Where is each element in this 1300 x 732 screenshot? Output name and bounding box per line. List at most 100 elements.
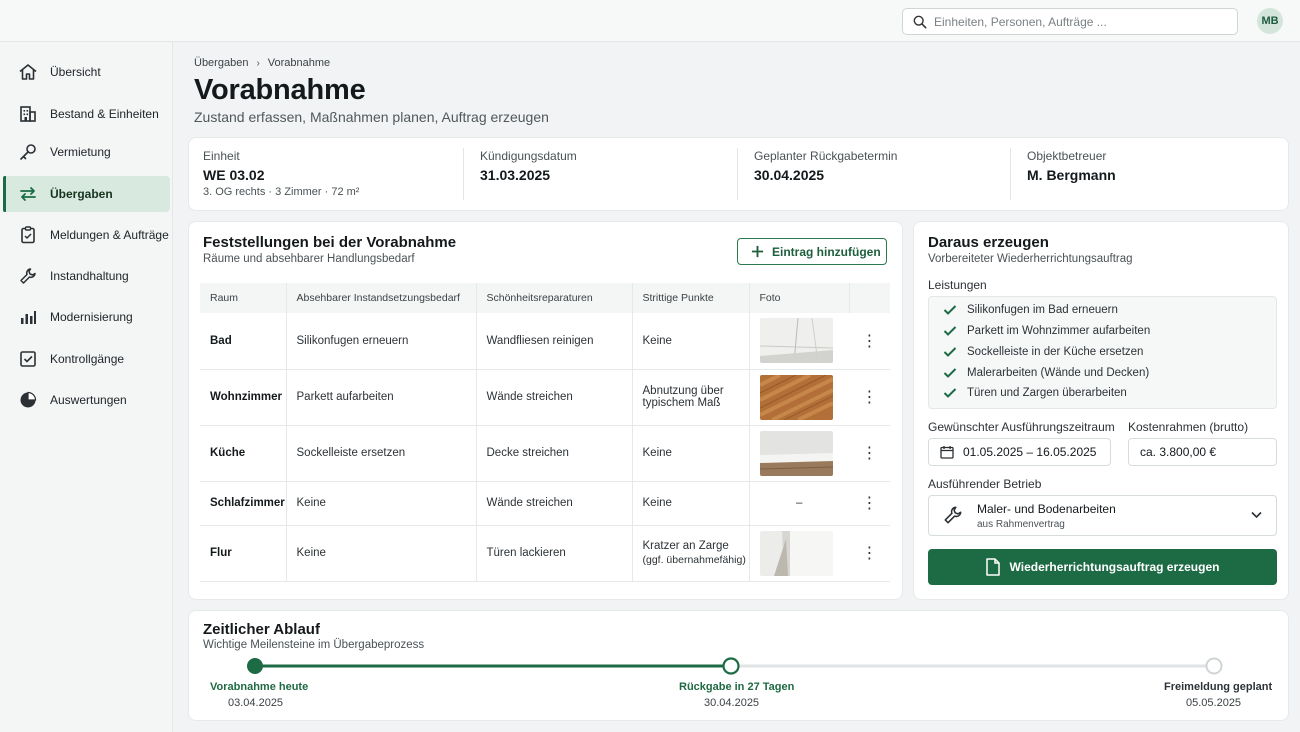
column-header: Schönheitsreparaturen [475, 283, 632, 313]
sidebar: Übersicht Bestand & Einheiten Vermietung… [0, 42, 173, 732]
milestone-date: 30.04.2025 [704, 697, 760, 709]
wrench-icon [20, 268, 36, 284]
create-order-button[interactable]: Wiederherrichtungsauftrag erzeugen [928, 549, 1277, 585]
milestone-current-dot [722, 657, 740, 675]
cosmetic-cell: Wände streichen [475, 481, 632, 526]
photo-thumbnail-parquet[interactable] [759, 374, 833, 420]
add-entry-button[interactable]: Eintrag hinzufügen [737, 238, 887, 265]
breadcrumb-current: Vorabnahme [267, 57, 331, 69]
photo-cell[interactable] [748, 425, 849, 482]
more-options-icon[interactable]: ⋮ [849, 313, 890, 370]
sidebar-item-uebersicht[interactable]: Übersicht [3, 54, 170, 90]
table-row[interactable]: Bad Silikonfugen erneuern Wandfliesen re… [200, 313, 890, 370]
repair-cell: Silikonfugen erneuern [285, 313, 476, 370]
table-row[interactable]: Küche Sockelleiste ersetzen Decke streic… [200, 425, 890, 482]
chevron-down-icon [1251, 511, 1262, 519]
service-item: Malerarbeiten (Wände und Decken) [943, 367, 1149, 379]
period-field[interactable]: 01.05.2025 – 16.05.2025 [928, 438, 1111, 466]
photo-cell: – [748, 481, 849, 526]
plus-icon [751, 245, 764, 258]
timeline-card: Zeitlicher Ablauf Wichtige Meilensteine … [189, 611, 1288, 720]
findings-subtitle: Räume und absehbarer Handlungsbedarf [203, 253, 415, 265]
calendar-icon [940, 446, 954, 459]
service-label: Malerarbeiten (Wände und Decken) [967, 367, 1150, 379]
more-options-icon[interactable]: ⋮ [849, 369, 890, 426]
create-order-label: Wiederherrichtungsauftrag erzeugen [1009, 560, 1220, 574]
budget-field[interactable]: ca. 3.800,00 € [1128, 438, 1277, 466]
room-cell: Bad [200, 313, 286, 370]
divider [463, 148, 464, 200]
contractor-name: Maler- und Bodenarbeiten [977, 502, 1116, 516]
sidebar-item-bestand[interactable]: Bestand & Einheiten [3, 96, 170, 132]
search-input[interactable] [934, 14, 1224, 29]
sidebar-item-instandhaltung[interactable]: Instandhaltung [3, 258, 170, 294]
photo-thumbnail-tiles[interactable] [759, 318, 833, 364]
milestone-label: Freimeldung geplant [1164, 681, 1273, 693]
cosmetic-cell: Wandfliesen reinigen [475, 313, 632, 370]
unit-info-card: Einheit WE 03.02 3. OG rechts · 3 Zimmer… [189, 138, 1288, 210]
photo-thumbnail-baseboard[interactable] [759, 430, 833, 476]
clipboard-icon [21, 226, 35, 244]
manager-value: M. Bergmann [1027, 167, 1116, 183]
services-label: Leistungen [928, 278, 987, 292]
column-header: Raum [200, 283, 286, 313]
milestone-label: Vorabnahme heute [210, 681, 309, 693]
more-options-icon[interactable]: ⋮ [849, 481, 890, 526]
budget-label: Kostenrahmen (brutto) [1128, 420, 1249, 434]
create-title: Daraus erzeugen [928, 234, 1049, 251]
table-row[interactable]: Wohnzimmer Parkett aufarbeiten Wände str… [200, 369, 890, 426]
more-options-icon[interactable]: ⋮ [849, 525, 890, 582]
unit-detail: 3. OG rechts · 3 Zimmer · 72 m² [203, 186, 360, 198]
cosmetic-cell: Decke streichen [475, 425, 632, 482]
sidebar-item-auswertungen[interactable]: Auswertungen [3, 382, 170, 418]
sidebar-item-vermietung[interactable]: Vermietung [3, 134, 170, 170]
contractor-select[interactable]: Maler- und Bodenarbeiten aus Rahmenvertr… [928, 495, 1277, 536]
sidebar-item-label: Übersicht [50, 65, 101, 79]
photo-cell[interactable] [748, 525, 849, 582]
more-options-icon[interactable]: ⋮ [849, 425, 890, 482]
findings-table: Raum Absehbarer Instandsetzungsbedarf Sc… [200, 283, 890, 582]
create-order-card: Daraus erzeugen Vorbereiteter Wiederherr… [914, 222, 1288, 599]
breadcrumb-parent[interactable]: Übergaben [194, 57, 248, 69]
photo-cell[interactable] [748, 369, 849, 426]
contractor-label: Ausführender Betrieb [928, 477, 1042, 491]
search-box[interactable] [902, 8, 1238, 35]
sidebar-item-label: Modernisierung [50, 310, 133, 324]
room-cell: Schlafzimmer [200, 481, 286, 526]
checklist-icon [20, 351, 36, 367]
period-label: Gewünschter Ausführungszeitraum [928, 420, 1115, 434]
room-cell: Wohnzimmer [200, 369, 286, 426]
table-header-row: Raum Absehbarer Instandsetzungsbedarf Sc… [200, 283, 890, 313]
document-icon [985, 558, 1000, 576]
avatar[interactable]: MB [1257, 8, 1283, 34]
milestone-planned-dot [1205, 657, 1223, 675]
service-label: Parkett im Wohnzimmer aufarbeiten [967, 325, 1151, 337]
breadcrumb: Übergaben › Vorabnahme [194, 57, 330, 69]
sidebar-item-kontrollgaenge[interactable]: Kontrollgänge [3, 341, 170, 377]
photo-cell[interactable] [748, 313, 849, 370]
photo-thumbnail-door-frame[interactable] [759, 530, 833, 576]
budget-value: ca. 3.800,00 € [1140, 445, 1217, 459]
milestone-label: Rückgabe in 27 Tagen [679, 681, 795, 693]
timeline-track [247, 657, 1223, 675]
sidebar-item-label: Auswertungen [50, 393, 127, 407]
pie-chart-icon [20, 391, 37, 408]
milestone-done-dot [247, 658, 263, 674]
room-cell: Küche [200, 425, 286, 482]
disputed-cell: Keine [631, 481, 749, 526]
create-subtitle: Vorbereiteter Wiederherrichtungsauftrag [928, 253, 1133, 265]
table-row[interactable]: Flur Keine Türen lackieren Kratzer an Za… [200, 525, 890, 582]
sidebar-item-modernisierung[interactable]: Modernisierung [3, 299, 170, 335]
home-icon [19, 64, 37, 80]
search-icon [913, 15, 927, 28]
check-icon [943, 368, 957, 378]
table-row[interactable]: Schlafzimmer Keine Wände streichen Keine… [200, 481, 890, 526]
disputed-note: (ggf. übernahmefähig) [642, 554, 746, 566]
check-icon [943, 305, 957, 315]
sidebar-item-meldungen[interactable]: Meldungen & Aufträge [3, 217, 170, 253]
sidebar-item-uebergaben[interactable]: Übergaben [3, 176, 170, 212]
sidebar-item-label: Übergaben [50, 187, 113, 201]
service-label: Silikonfugen im Bad erneuern [967, 304, 1118, 316]
contractor-note: aus Rahmenvertrag [977, 519, 1065, 530]
termination-label: Kündigungsdatum [480, 149, 577, 163]
